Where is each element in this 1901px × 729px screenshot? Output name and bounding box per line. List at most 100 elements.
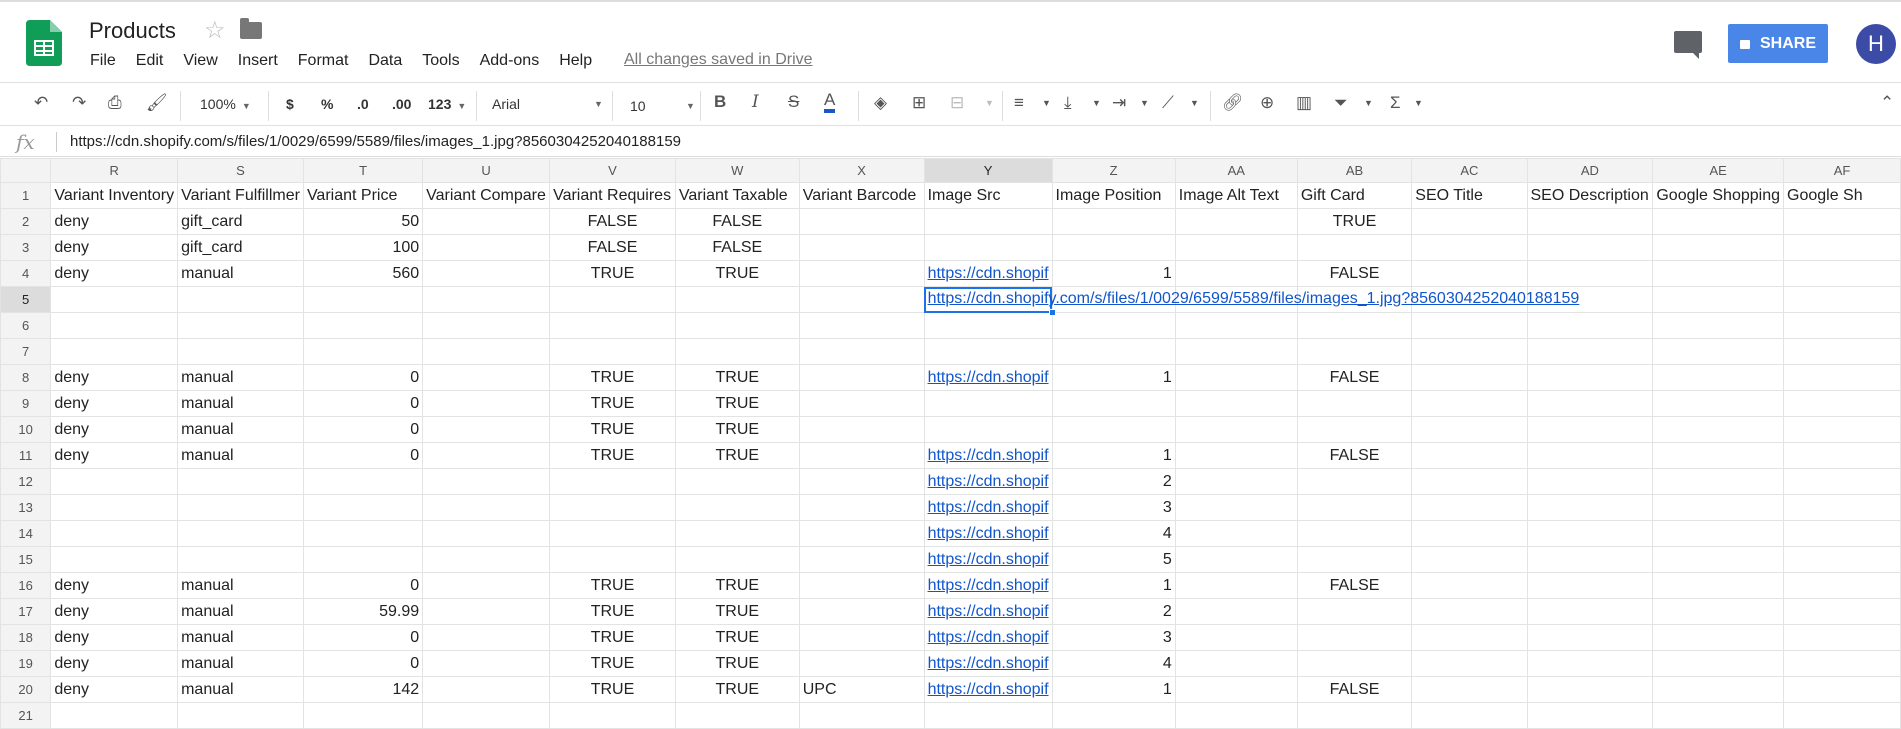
cell-v17[interactable]: TRUE — [549, 598, 676, 625]
cell-af1[interactable]: Google Sh — [1783, 182, 1901, 209]
cell-ad18[interactable] — [1526, 624, 1654, 651]
cell-ab9[interactable] — [1296, 390, 1413, 417]
cell-z21[interactable] — [1051, 702, 1176, 729]
more-formats-select[interactable]: 123 ▼ — [428, 96, 466, 112]
cell-ad7[interactable] — [1526, 338, 1654, 365]
cell-ac20[interactable] — [1411, 676, 1528, 703]
formula-input[interactable]: https://cdn.shopify.com/s/files/1/0029/6… — [70, 133, 681, 150]
cell-ac13[interactable] — [1411, 494, 1528, 521]
cell-ae3[interactable] — [1652, 234, 1784, 261]
cell-w16[interactable]: TRUE — [674, 572, 800, 599]
collapse-menus-icon[interactable]: ⌃ — [1880, 93, 1894, 113]
cell-aa12[interactable] — [1174, 468, 1298, 495]
cell-x18[interactable] — [798, 624, 925, 651]
cell-ac2[interactable] — [1411, 208, 1528, 235]
cell-s6[interactable] — [177, 312, 304, 339]
cell-v10[interactable]: TRUE — [549, 416, 676, 443]
cell-v18[interactable]: TRUE — [549, 624, 676, 651]
row-header[interactable]: 10 — [0, 416, 52, 443]
cell-z1[interactable]: Image Position — [1051, 182, 1176, 209]
cell-aa10[interactable] — [1174, 416, 1298, 443]
text-color-button[interactable]: A — [824, 90, 836, 113]
cell-u10[interactable] — [422, 416, 551, 443]
cell-s17[interactable]: manual — [177, 598, 304, 625]
cell-r5[interactable] — [50, 286, 179, 313]
cell-t15[interactable] — [302, 546, 424, 573]
cell-u18[interactable] — [422, 624, 551, 651]
cell-w11[interactable]: TRUE — [674, 442, 800, 469]
cell-t19[interactable]: 0 — [302, 650, 424, 677]
cell-w17[interactable]: TRUE — [674, 598, 800, 625]
cell-af10[interactable] — [1783, 416, 1901, 443]
cell-af3[interactable] — [1783, 234, 1901, 261]
cell-r7[interactable] — [50, 338, 179, 365]
cell-aa3[interactable] — [1174, 234, 1298, 261]
cell-ac18[interactable] — [1411, 624, 1528, 651]
cell-t16[interactable]: 0 — [302, 572, 424, 599]
column-header-ab[interactable]: AB — [1296, 158, 1413, 183]
spreadsheet-grid[interactable]: R S T U V W X Y Z AA AB AC AD AE AF 1 Variant Inventory… — [0, 158, 1901, 729]
cell-r12[interactable] — [50, 468, 179, 495]
cell-w10[interactable]: TRUE — [674, 416, 800, 443]
cell-x7[interactable] — [798, 338, 925, 365]
cell-w8[interactable]: TRUE — [674, 364, 800, 391]
cell-af15[interactable] — [1783, 546, 1901, 573]
percent-format-button[interactable]: % — [321, 96, 333, 112]
cell-af4[interactable] — [1783, 260, 1901, 287]
cell-aa11[interactable] — [1174, 442, 1298, 469]
cell-w5[interactable] — [674, 286, 800, 313]
cell-t10[interactable]: 0 — [302, 416, 424, 443]
cell-x10[interactable] — [798, 416, 925, 443]
cell-s5[interactable] — [177, 286, 304, 313]
cell-r1[interactable]: Variant Inventory — [50, 182, 179, 209]
cell-s15[interactable] — [177, 546, 304, 573]
cell-w13[interactable] — [674, 494, 800, 521]
cell-af16[interactable] — [1783, 572, 1901, 599]
cell-z15[interactable]: 5 — [1051, 546, 1176, 573]
cell-ad12[interactable] — [1526, 468, 1654, 495]
cell-z9[interactable] — [1051, 390, 1176, 417]
cell-r17[interactable]: deny — [50, 598, 179, 625]
cell-ac17[interactable] — [1411, 598, 1528, 625]
cell-s20[interactable]: manual — [177, 676, 304, 703]
menu-view[interactable]: View — [183, 52, 217, 70]
italic-button[interactable]: I — [752, 92, 759, 112]
row-header[interactable]: 11 — [0, 442, 52, 469]
row-header[interactable]: 19 — [0, 650, 52, 677]
cell-t14[interactable] — [302, 520, 424, 547]
cell-ad2[interactable] — [1526, 208, 1654, 235]
cell-ac14[interactable] — [1411, 520, 1528, 547]
cell-ab1[interactable]: Gift Card — [1296, 182, 1413, 209]
cell-z10[interactable] — [1051, 416, 1176, 443]
cell-y10[interactable] — [923, 416, 1053, 443]
cell-ad6[interactable] — [1526, 312, 1654, 339]
cell-t7[interactable] — [302, 338, 424, 365]
column-header-w[interactable]: W — [674, 158, 800, 183]
cell-r16[interactable]: deny — [50, 572, 179, 599]
cell-r14[interactable] — [50, 520, 179, 547]
cell-ac21[interactable] — [1411, 702, 1528, 729]
cell-y15[interactable]: https://cdn.shopif — [923, 546, 1053, 573]
cell-r4[interactable]: deny — [50, 260, 179, 287]
row-header[interactable]: 7 — [0, 338, 52, 365]
cell-v7[interactable] — [549, 338, 676, 365]
cell-s14[interactable] — [177, 520, 304, 547]
row-header[interactable]: 6 — [0, 312, 52, 339]
cell-t6[interactable] — [302, 312, 424, 339]
cell-ad11[interactable] — [1526, 442, 1654, 469]
menu-file[interactable]: File — [90, 52, 116, 70]
cell-ab6[interactable] — [1296, 312, 1413, 339]
cell-ae2[interactable] — [1652, 208, 1784, 235]
cell-s16[interactable]: manual — [177, 572, 304, 599]
cell-v16[interactable]: TRUE — [549, 572, 676, 599]
cell-y4[interactable]: https://cdn.shopif — [923, 260, 1053, 287]
cell-u2[interactable] — [422, 208, 551, 235]
cell-ad19[interactable] — [1526, 650, 1654, 677]
cell-r10[interactable]: deny — [50, 416, 179, 443]
cell-u16[interactable] — [422, 572, 551, 599]
cell-y9[interactable] — [923, 390, 1053, 417]
font-family-select[interactable]: Arial ▼ — [492, 96, 603, 112]
sheets-logo-icon[interactable] — [26, 20, 62, 66]
cell-s19[interactable]: manual — [177, 650, 304, 677]
cell-u20[interactable] — [422, 676, 551, 703]
